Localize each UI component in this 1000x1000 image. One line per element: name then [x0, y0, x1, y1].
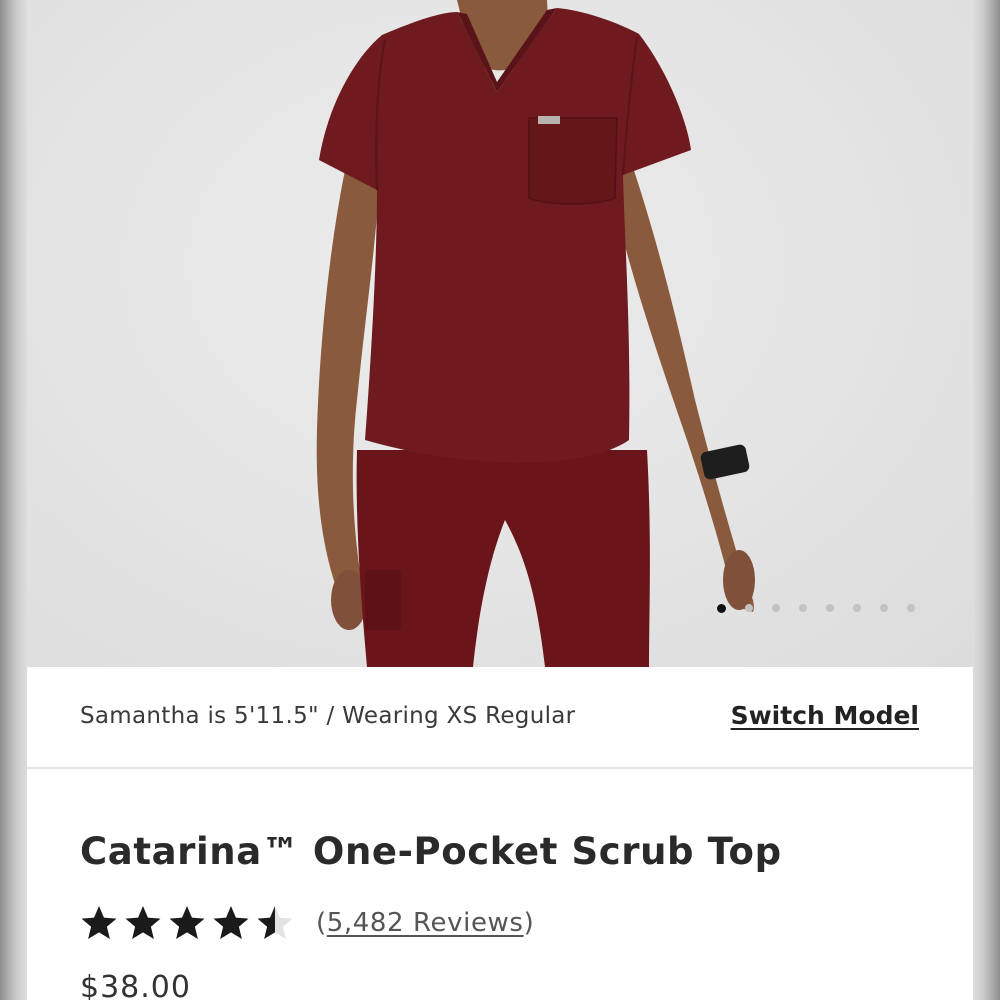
carousel-dot[interactable]: [853, 604, 861, 612]
carousel-dot[interactable]: [880, 604, 888, 612]
product-price: $38.00: [80, 970, 191, 1000]
product-page: Samantha is 5'11.5" / Wearing XS Regular…: [27, 0, 973, 1000]
reviews-count[interactable]: 5,482 Reviews: [327, 908, 524, 938]
product-image-carousel[interactable]: [27, 0, 973, 667]
reviews-close-paren: ): [523, 908, 535, 938]
right-edge: [973, 0, 1000, 1000]
carousel-dot[interactable]: [717, 603, 726, 613]
star-icon: [125, 906, 161, 939]
model-info-bar: Samantha is 5'11.5" / Wearing XS Regular…: [27, 667, 973, 769]
rating-row: (5,482 Reviews): [80, 900, 534, 946]
left-edge: [0, 0, 27, 1000]
carousel-dot[interactable]: [826, 604, 834, 612]
carousel-dot[interactable]: [907, 604, 915, 612]
star-icon: [169, 906, 205, 939]
switch-model-link[interactable]: Switch Model: [731, 701, 919, 730]
product-title: Catarina™ One-Pocket Scrub Top: [80, 830, 782, 873]
carousel-dot[interactable]: [799, 604, 807, 612]
star-rating: [80, 904, 294, 942]
model-info-text: Samantha is 5'11.5" / Wearing XS Regular: [80, 703, 576, 729]
carousel-dot[interactable]: [772, 604, 780, 612]
star-icon: [213, 906, 249, 939]
carousel-dot[interactable]: [745, 604, 753, 612]
carousel-dots: [717, 602, 915, 614]
product-photo: [316, 0, 755, 667]
reviews-open-paren: (: [316, 908, 327, 938]
reviews-link[interactable]: (5,482 Reviews): [316, 908, 534, 938]
star-icon: [81, 906, 117, 939]
star-icon: [257, 906, 293, 939]
